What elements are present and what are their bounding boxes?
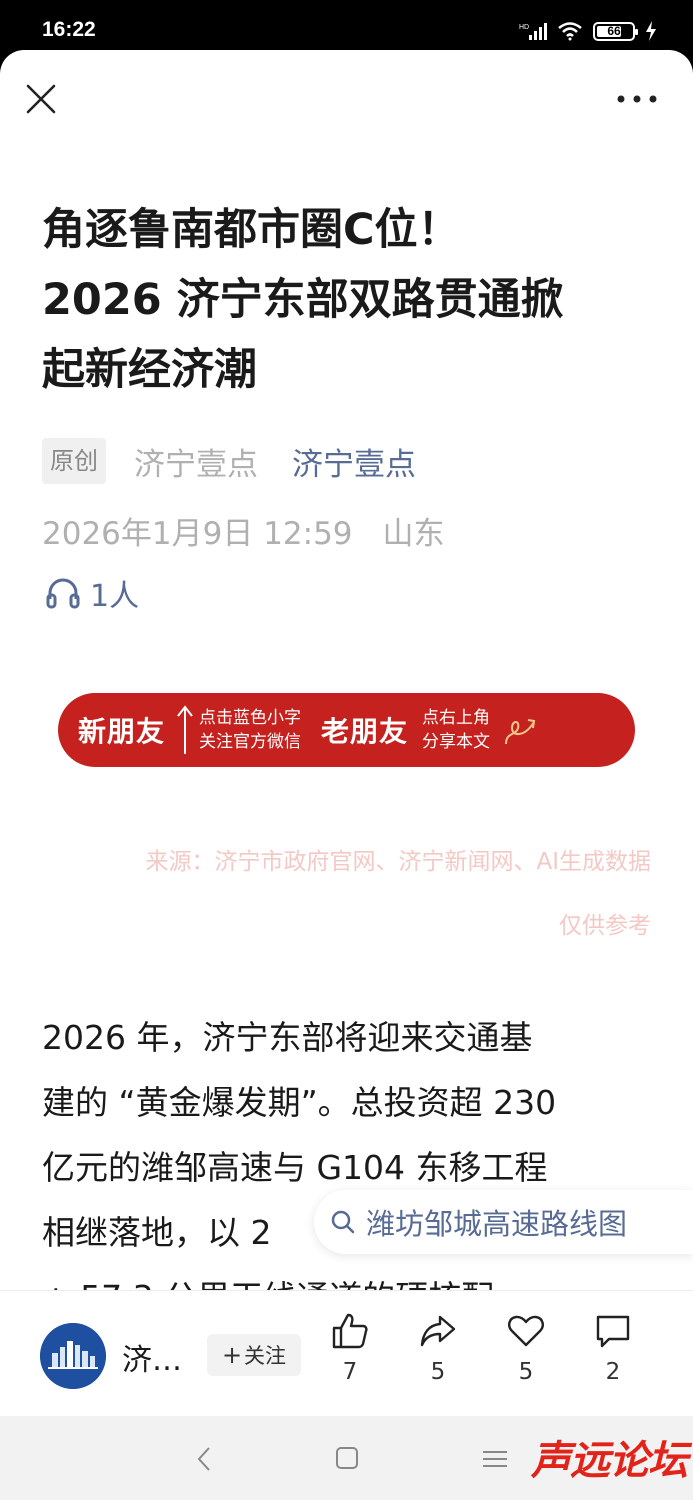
heart-icon (508, 1315, 544, 1347)
battery-icon: 66 (593, 21, 638, 41)
article-title: 角逐鲁南都市圈C位！ 2026 济宁东部双路贯通掀 起新经济潮 (42, 195, 662, 405)
follow-banner: 新朋友 点击蓝色小字 关注官方微信 老朋友 点右上角 分享本文 (58, 693, 635, 767)
comment-icon (596, 1315, 630, 1348)
source-note: 来源：济宁市政府官网、济宁新闻网、AI生成数据 (145, 849, 651, 875)
new-friend-hint: 点击蓝色小字 关注官方微信 (199, 706, 301, 754)
more-icon[interactable] (613, 85, 661, 113)
account-avatar[interactable] (40, 1323, 106, 1389)
title-line: 角逐鲁南都市圈C位！ (42, 205, 461, 255)
like-count: 7 (342, 1359, 358, 1385)
share-arrow-icon (420, 1315, 456, 1347)
battery-level: 66 (607, 24, 621, 38)
plus-icon: + (221, 1341, 243, 1369)
status-icons: HD 66 (519, 18, 657, 44)
thumbs-up-icon (332, 1313, 368, 1349)
arrow-up-icon (177, 705, 193, 754)
comment-count: 2 (605, 1359, 621, 1385)
original-badge: 原创 (42, 438, 106, 484)
source-note-2: 仅供参考 (559, 913, 651, 939)
publish-location: 山东 (382, 516, 445, 552)
old-friend-label: 老朋友 (321, 715, 409, 748)
search-icon (331, 1210, 355, 1234)
search-chip-label: 潍坊邹城高速路线图 (366, 1207, 628, 1241)
author-name: 济宁壹点 (134, 446, 258, 483)
article-sheet: 角逐鲁南都市圈C位！ 2026 济宁东部双路贯通掀 起新经济潮 原创 济宁壹点 … (0, 50, 693, 1416)
system-nav-bar: 声远论坛 (0, 1416, 693, 1500)
hint-line: 关注官方微信 (199, 732, 302, 752)
publish-info: 2026年1月9日 12:59 山东 (42, 508, 445, 553)
svg-text:HD: HD (519, 24, 529, 31)
related-search-chip[interactable]: 潍坊邹城高速路线图 (314, 1190, 693, 1254)
article-meta: 原创 济宁壹点 济宁壹点 (42, 438, 416, 484)
hint-line: 分享本文 (422, 732, 491, 752)
follow-button[interactable]: + 关注 (207, 1334, 301, 1376)
share-button[interactable]: 5 (408, 1311, 468, 1385)
publish-date: 2026年1月9日 12:59 (42, 516, 353, 552)
charging-icon (646, 21, 656, 41)
bottom-action-bar: 济… + 关注 7 5 5 2 (0, 1290, 693, 1416)
signal-icon: HD (519, 23, 547, 40)
new-friend-label: 新朋友 (78, 715, 166, 748)
title-line: 2026 济宁东部双路贯通掀 (42, 275, 564, 325)
favorite-button[interactable]: 5 (496, 1311, 556, 1385)
account-name[interactable]: 济… (122, 1335, 182, 1379)
title-line: 起新经济潮 (42, 345, 257, 395)
hint-line: 点右上角 (422, 708, 491, 728)
listener-count: 1人 (90, 579, 140, 614)
close-icon[interactable] (22, 80, 60, 118)
wifi-icon (558, 22, 582, 41)
account-link[interactable]: 济宁壹点 (292, 439, 416, 484)
hint-line: 点击蓝色小字 (199, 708, 302, 728)
headphones-icon (46, 578, 80, 609)
forum-watermark: 声远论坛 (531, 1438, 688, 1484)
recents-icon[interactable] (480, 1444, 510, 1474)
comment-button[interactable]: 2 (583, 1311, 643, 1385)
like-button[interactable]: 7 (320, 1311, 380, 1385)
share-count: 5 (430, 1359, 446, 1385)
listen-button[interactable]: 1人 (46, 573, 140, 614)
status-time: 16:22 (42, 18, 96, 41)
article-body: 2026 年，济宁东部将迎来交通基 建的 “黄金爆发期”。总投资超 230 亿元… (42, 1005, 654, 1330)
back-icon[interactable] (190, 1444, 220, 1474)
city-skyline-icon (40, 1323, 106, 1389)
follow-label: 关注 (244, 1344, 287, 1368)
body-line: 2026 年，济宁东部将迎来交通基 (42, 1018, 533, 1057)
favorite-count: 5 (518, 1359, 534, 1385)
old-friend-hint: 点右上角 分享本文 (422, 706, 490, 754)
body-line: 建的 “黄金爆发期”。总投资超 230 (42, 1083, 557, 1122)
home-icon[interactable] (333, 1444, 361, 1472)
curl-arrow-icon (505, 719, 536, 745)
